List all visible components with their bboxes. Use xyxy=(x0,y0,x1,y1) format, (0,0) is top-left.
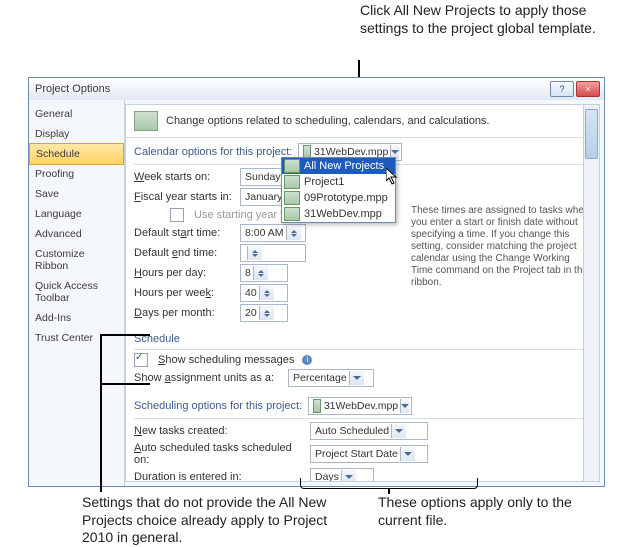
hours-week-label: Hours per week: xyxy=(134,287,234,299)
show-messages-checkbox[interactable] xyxy=(134,353,148,367)
callout-line-left-v xyxy=(100,334,102,384)
assignment-units-combo[interactable]: Percentage xyxy=(288,369,374,387)
schedule-icon xyxy=(134,111,158,131)
close-button[interactable]: × xyxy=(576,81,600,97)
hours-day-spin[interactable]: 8 xyxy=(240,264,288,282)
nav-item-proofing[interactable]: Proofing xyxy=(29,164,124,184)
mpp-icon xyxy=(284,191,300,205)
side-note: These times are assigned to tasks when y… xyxy=(411,205,591,289)
dropdown-item-label: All New Projects xyxy=(304,160,384,172)
annotation-bottom-left: Settings that do not provide the All New… xyxy=(82,494,332,547)
sched-opts-project-combo[interactable]: 31WebDev.mpp xyxy=(308,397,412,415)
default-start-spin[interactable]: 8:00 AM xyxy=(240,224,306,242)
schedule-section-title: Schedule xyxy=(126,329,599,347)
dropdown-item-all-new-projects[interactable]: All New Projects xyxy=(282,158,395,174)
chevron-down-icon xyxy=(391,424,406,438)
show-messages-label: Show scheduling messages xyxy=(158,354,294,366)
fiscal-year-value: January xyxy=(245,191,282,203)
annotation-top: Click All New Projects to apply those se… xyxy=(360,2,615,37)
scrollbar-thumb[interactable] xyxy=(585,109,598,159)
nav-item-trust-center[interactable]: Trust Center xyxy=(29,328,124,348)
default-end-spin[interactable] xyxy=(240,244,306,262)
nav-item-save[interactable]: Save xyxy=(29,184,124,204)
nav-item-display[interactable]: Display xyxy=(29,124,124,144)
callout-line-left-hb xyxy=(100,383,150,385)
week-starts-value: Sunday xyxy=(245,171,281,183)
nav-item-customize-ribbon[interactable]: Customize Ribbon xyxy=(29,244,124,276)
dropdown-item-09prototype[interactable]: 09Prototype.mpp xyxy=(282,190,395,206)
window-title: Project Options xyxy=(33,83,548,95)
nav-item-language[interactable]: Language xyxy=(29,204,124,224)
callout-line-left-down xyxy=(100,384,102,492)
sched-opts-project-value: 31WebDev.mpp xyxy=(324,400,398,412)
chevron-down-icon xyxy=(400,447,415,461)
chevron-down-icon xyxy=(349,371,364,385)
titlebar: Project Options ? × xyxy=(29,78,604,101)
sched-opts-section-title: Scheduling options for this project: xyxy=(134,400,302,412)
hours-week-value: 40 xyxy=(245,287,257,299)
info-icon[interactable]: i xyxy=(302,355,312,365)
new-tasks-combo[interactable]: Auto Scheduled xyxy=(310,422,428,440)
callout-line-left-ha xyxy=(100,334,150,336)
default-end-label: Default end time: xyxy=(134,247,234,259)
help-button[interactable]: ? xyxy=(550,81,574,97)
use-starting-checkbox xyxy=(170,208,184,222)
fiscal-year-label: Fiscal year starts in: xyxy=(134,191,234,203)
hours-day-value: 8 xyxy=(245,267,251,279)
default-start-value: 8:00 AM xyxy=(245,227,284,239)
duration-label: Duration is entered in: xyxy=(134,471,304,482)
dropdown-item-project1[interactable]: Project1 xyxy=(282,174,395,190)
auto-sched-combo[interactable]: Project Start Date xyxy=(310,445,428,463)
assignment-units-label: Show assignment units as a: xyxy=(134,372,282,384)
banner-text: Change options related to scheduling, ca… xyxy=(166,115,490,127)
default-start-label: Default start time: xyxy=(134,227,234,239)
use-starting-label: Use starting year for xyxy=(194,209,293,221)
mpp-icon xyxy=(284,175,300,189)
dropdown-item-label: 31WebDev.mpp xyxy=(304,208,382,220)
assignment-units-value: Percentage xyxy=(293,372,347,384)
annotation-bottom-right: These options apply only to the current … xyxy=(378,494,588,529)
auto-sched-value: Project Start Date xyxy=(315,448,398,460)
days-month-label: Days per month: xyxy=(134,307,234,319)
mpp-icon xyxy=(313,399,321,413)
category-nav: General Display Schedule Proofing Save L… xyxy=(29,100,125,486)
content-pane: Change options related to scheduling, ca… xyxy=(125,104,600,482)
days-month-spin[interactable]: 20 xyxy=(240,304,288,322)
nav-item-schedule[interactable]: Schedule xyxy=(29,143,124,165)
new-tasks-value: Auto Scheduled xyxy=(315,425,389,437)
calendar-section-title: Calendar options for this project: xyxy=(134,146,292,158)
nav-item-general[interactable]: General xyxy=(29,104,124,124)
scrollbar[interactable] xyxy=(583,105,599,481)
week-starts-label: WWeek starts on:eek starts on: xyxy=(134,171,234,183)
nav-item-qat[interactable]: Quick Access Toolbar xyxy=(29,276,124,308)
new-tasks-label: New tasks created: xyxy=(134,425,304,437)
nav-item-addins[interactable]: Add-Ins xyxy=(29,308,124,328)
project-options-dialog: Project Options ? × General Display Sche… xyxy=(28,77,605,487)
days-month-value: 20 xyxy=(245,307,257,319)
cursor-icon xyxy=(386,168,400,186)
mpp-icon xyxy=(284,207,300,221)
mpp-icon xyxy=(284,159,300,173)
banner: Change options related to scheduling, ca… xyxy=(126,105,599,138)
dropdown-item-label: Project1 xyxy=(304,176,344,188)
chevron-down-icon xyxy=(400,399,409,413)
dropdown-item-31webdev[interactable]: 31WebDev.mpp xyxy=(282,206,395,222)
dropdown-item-label: 09Prototype.mpp xyxy=(304,192,388,204)
calendar-project-dropdown[interactable]: All New Projects Project1 09Prototype.mp… xyxy=(281,157,396,223)
nav-item-advanced[interactable]: Advanced xyxy=(29,224,124,244)
auto-sched-label: Auto scheduled tasks scheduled on: xyxy=(134,442,304,466)
hours-day-label: Hours per day: xyxy=(134,267,234,279)
hours-week-spin[interactable]: 40 xyxy=(240,284,288,302)
